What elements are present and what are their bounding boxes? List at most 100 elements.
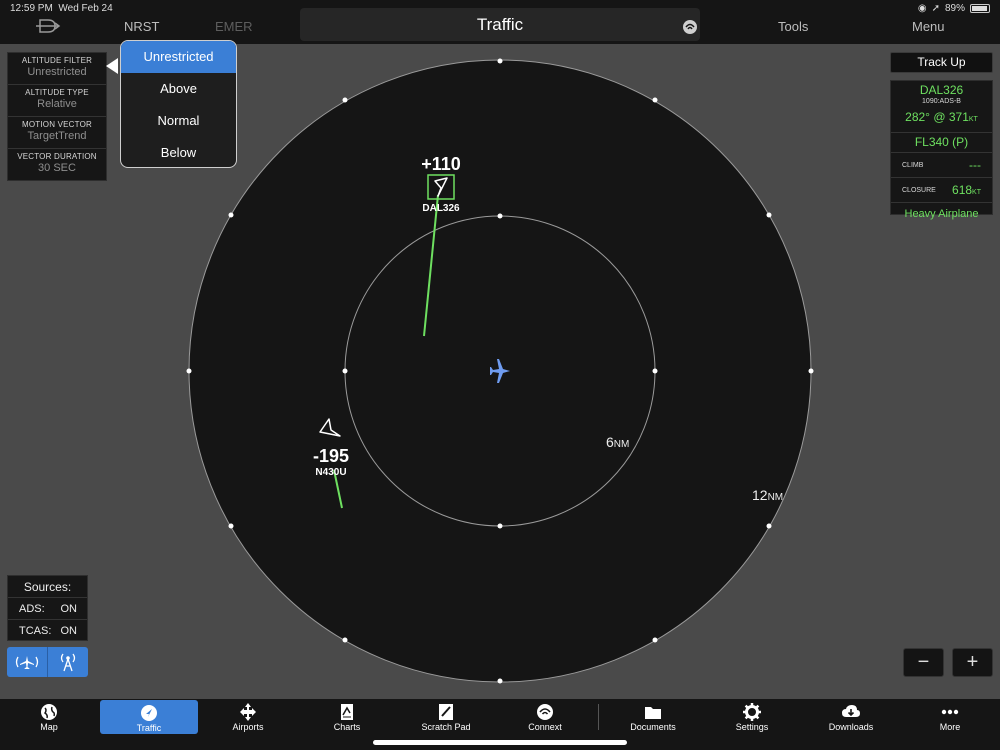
tab-scratch-pad[interactable]: Scratch Pad [397, 699, 495, 735]
motion-vector [333, 469, 343, 509]
cloud-download-icon [842, 705, 860, 717]
traffic-icon [141, 705, 157, 721]
target-callsign: DAL326 [919, 83, 964, 97]
target-track-speed: 282° @ 371KT [905, 110, 978, 124]
track-up-button[interactable]: Track Up [890, 52, 993, 73]
tab-label: Settings [735, 722, 769, 732]
tools-button[interactable]: Tools [778, 19, 808, 34]
tab-settings[interactable]: Settings [703, 699, 801, 735]
altitude-type-setting[interactable]: ALTITUDE TYPE Relative [8, 85, 106, 117]
tab-label: Scratch Pad [421, 722, 471, 732]
tab-map[interactable]: Map [0, 699, 98, 735]
emer-button[interactable]: EMER [215, 19, 253, 34]
home-indicator [373, 740, 627, 745]
antenna-tower-icon [60, 653, 76, 672]
more-dots-icon [941, 709, 959, 715]
status-indicators: ◉ ➚ 89% [918, 3, 990, 14]
target-type: Heavy Airplane [904, 208, 979, 220]
tab-label: Traffic [136, 723, 162, 733]
source-status: ON [60, 625, 78, 637]
target-source: 1090:ADS-B [922, 98, 961, 105]
target-callsign-label: N430U [315, 467, 346, 478]
tab-traffic[interactable]: Traffic [100, 700, 198, 734]
navigation-arrow-icon: ➚ [931, 3, 940, 14]
gear-icon [743, 703, 761, 721]
climb-label: CLIMB [902, 161, 924, 169]
tcas-source-row: TCAS: ON [8, 620, 87, 642]
setting-value: Unrestricted [27, 66, 87, 78]
folder-icon [645, 707, 661, 719]
sources-title: Sources: [8, 576, 87, 598]
tab-documents[interactable]: Documents [604, 699, 702, 735]
connext-status-icon[interactable] [682, 19, 698, 35]
tab-more[interactable]: More [901, 699, 999, 735]
motion-vector [423, 194, 439, 337]
target-callsign-label: DAL326 [422, 203, 460, 214]
traffic-target-dal326[interactable]: +110 DAL326 [421, 154, 461, 337]
closure-row: CLOSURE 618KT [891, 178, 992, 203]
setting-label: ALTITUDE FILTER [21, 56, 93, 65]
outer-range-ring [188, 59, 812, 683]
setting-value: TargetTrend [27, 130, 87, 142]
direct-to-icon[interactable] [35, 18, 61, 34]
dropdown-option-unrestricted[interactable]: Unrestricted [121, 41, 236, 73]
tab-airports[interactable]: Airports [199, 699, 297, 735]
tab-label: Airports [232, 722, 264, 732]
target-info-panel: DAL326 1090:ADS-B 282° @ 371KT FL340 (P)… [890, 80, 993, 220]
tab-label: Documents [630, 722, 676, 732]
dropdown-option-above[interactable]: Above [121, 73, 236, 105]
closure-label: CLOSURE [902, 186, 936, 194]
nrst-button[interactable]: NRST [124, 19, 159, 34]
setting-value: Relative [37, 98, 77, 110]
airport-icon [240, 703, 256, 721]
dropdown-option-below[interactable]: Below [121, 137, 236, 167]
status-time: 12:59 PM Wed Feb 24 [10, 3, 113, 14]
target-info-header: DAL326 1090:ADS-B 282° @ 371KT [891, 81, 992, 133]
tab-label: Downloads [828, 722, 874, 732]
source-status: ON [60, 603, 78, 615]
traffic-arrow-icon [319, 418, 341, 437]
sources-panel: Sources: ADS: ON TCAS: ON [7, 575, 88, 641]
altitude-filter-setting[interactable]: ALTITUDE FILTER Unrestricted [8, 53, 106, 85]
zoom-in-button[interactable]: + [952, 648, 993, 677]
source-label: TCAS: [19, 625, 52, 637]
tab-downloads[interactable]: Downloads [802, 699, 900, 735]
zoom-out-button[interactable]: − [903, 648, 944, 677]
relative-altitude-label: +110 [421, 154, 461, 174]
scratch-pad-icon [439, 704, 453, 720]
tab-label: Connext [528, 722, 562, 732]
tab-divider [598, 704, 599, 730]
page-title-bar: Traffic [300, 8, 700, 41]
battery-percent: 89% [944, 3, 965, 14]
climb-value: --- [969, 158, 981, 172]
motion-vector-setting[interactable]: MOTION VECTOR TargetTrend [8, 117, 106, 149]
tab-charts[interactable]: Charts [298, 699, 396, 735]
dropdown-option-normal[interactable]: Normal [121, 105, 236, 137]
ground-station-toggle[interactable] [47, 647, 88, 677]
target-flight-level: FL340 (P) [891, 133, 992, 153]
traffic-target-n430u[interactable]: -195 N430U [313, 418, 349, 509]
globe-icon [41, 704, 57, 720]
ownship-airplane-icon [490, 359, 510, 383]
setting-value: 30 SEC [38, 162, 76, 174]
setting-label: ALTITUDE TYPE [25, 88, 89, 97]
battery-icon [970, 4, 990, 13]
airplane-broadcast-icon [15, 656, 39, 669]
setting-label: VECTOR DURATION [17, 152, 97, 161]
outer-ring-range-label: 12NM [752, 487, 783, 503]
page-title: Traffic [476, 15, 524, 34]
selection-box [427, 174, 455, 200]
tab-label: More [939, 722, 961, 732]
vector-duration-setting[interactable]: VECTOR DURATION 30 SEC [8, 149, 106, 181]
tab-connext[interactable]: Connext [496, 699, 594, 735]
closure-value: 618KT [952, 183, 981, 197]
range-ring-ticks [186, 58, 814, 684]
relative-altitude-label: -195 [313, 446, 349, 466]
menu-button[interactable]: Menu [912, 19, 945, 34]
traffic-settings-panel: ALTITUDE FILTER Unrestricted ALTITUDE TY… [7, 52, 107, 181]
ads-b-airplane-toggle[interactable] [7, 647, 47, 677]
altitude-filter-dropdown: Unrestricted Above Normal Below [120, 40, 237, 168]
ads-source-row: ADS: ON [8, 598, 87, 620]
location-icon: ◉ [917, 3, 927, 14]
popover-pointer [106, 58, 118, 74]
